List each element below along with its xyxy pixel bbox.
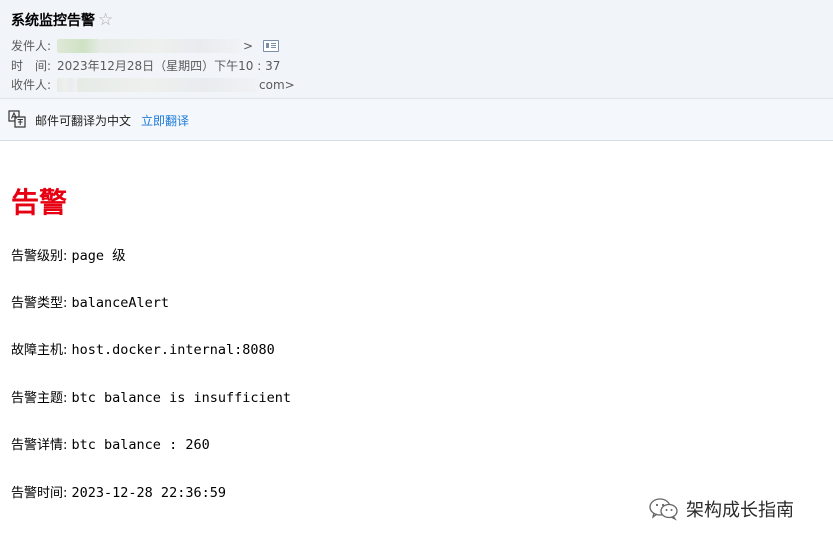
row-label: 告警时间: [11,486,68,501]
fault-host-row: 故障主机: host.docker.internal:8080 [11,339,275,358]
sender-address-redacted[interactable] [101,38,242,53]
translate-notice: 邮件可翻译为中文 [35,114,132,128]
time-label: 时 间: [11,59,52,73]
alert-title: 告警 [11,186,68,219]
watermark: 架构成长指南 [648,496,794,522]
email-header: 系统监控告警 ☆ 发件人: > 时 间: 2023年12月28日（星期四）下午1… [0,0,833,99]
sender-name-redacted[interactable] [57,38,102,53]
subject-text: 系统监控告警 [11,13,95,29]
watermark-text: 架构成长指南 [686,500,794,521]
from-tail: > [243,38,254,53]
row-label: 告警级别: [11,249,68,264]
row-value: balanceAlert [71,295,170,311]
row-value: 2023-12-28 22:36:59 [71,485,226,501]
recipient-name-redacted[interactable] [57,77,78,92]
row-value: page 级 [71,248,126,264]
row-label: 告警详情: [11,438,68,453]
contact-card-icon[interactable] [263,39,280,52]
star-icon[interactable]: ☆ [98,12,113,29]
row-value: btc balance : 260 [71,437,210,453]
alert-level-row: 告警级别: page 级 [11,244,126,264]
row-label: 故障主机: [11,343,68,358]
to-tail: com> [259,77,295,92]
to-row: 收件人: com> [11,76,295,93]
row-value: host.docker.internal:8080 [71,342,275,358]
row-label: 告警主题: [11,391,68,406]
recipient-address-redacted[interactable] [77,77,260,92]
alert-detail-row: 告警详情: btc balance : 260 [11,434,210,453]
row-label: 告警类型: [11,296,68,311]
alert-time-row: 告警时间: 2023-12-28 22:36:59 [11,482,226,501]
alert-subject-row: 告警主题: btc balance is insufficient [11,387,291,406]
alert-type-row: 告警类型: balanceAlert [11,292,169,311]
translate-bar: 邮件可翻译为中文 立即翻译 [0,99,833,141]
row-value: btc balance is insufficient [71,390,291,406]
from-label: 发件人: [11,39,52,53]
to-label: 收件人: [11,78,52,92]
from-row: 发件人: > [11,37,280,54]
email-subject: 系统监控告警 ☆ [11,10,113,30]
wechat-icon [649,498,678,521]
time-row: 时 间: 2023年12月28日（星期四）下午10 : 37 [11,57,280,74]
translate-now-link[interactable]: 立即翻译 [141,112,189,129]
translate-icon [8,110,26,128]
time-value: 2023年12月28日（星期四）下午10 : 37 [57,59,281,73]
